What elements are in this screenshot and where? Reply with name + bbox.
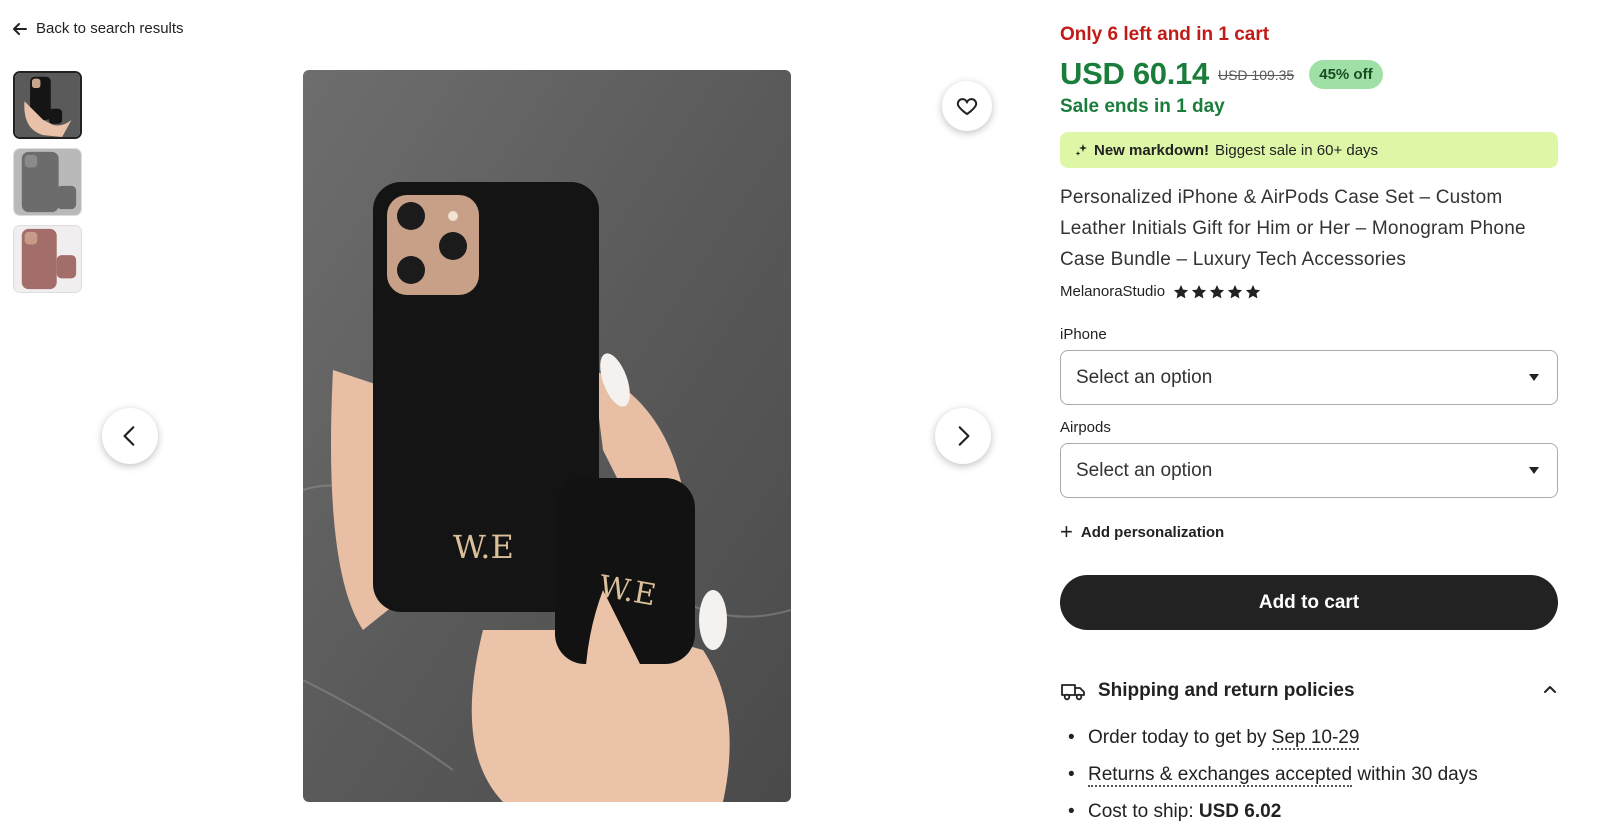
monogram-phone: W.E <box>453 528 514 566</box>
shipping-policies-toggle[interactable]: Shipping and return policies <box>1060 678 1558 704</box>
shipping-cost: USD 6.02 <box>1198 801 1282 822</box>
chevron-left-icon <box>123 426 135 446</box>
thumbnail-image-black <box>15 73 80 137</box>
returns-link[interactable]: Returns & exchanges accepted <box>1088 764 1353 787</box>
sale-price: USD 60.14 <box>1060 56 1209 91</box>
airpods-select-value: Select an option <box>1076 459 1213 481</box>
arrow-left-icon <box>13 22 27 35</box>
product-main-image: W.E W.E <box>303 70 791 802</box>
add-personalization-label: Add personalization <box>1080 523 1225 541</box>
thumbnail-2[interactable] <box>13 148 82 216</box>
caret-down-icon <box>1529 467 1539 474</box>
previous-image-button[interactable] <box>102 408 158 464</box>
airpods-option-label: Airpods <box>1060 419 1111 436</box>
add-personalization-button[interactable]: + Add personalization <box>1060 521 1224 543</box>
star-icon <box>1191 284 1207 298</box>
shop-row: MelanoraStudio <box>1060 283 1261 300</box>
original-price: USD 109.35 <box>1217 67 1295 83</box>
stock-message: Only 6 left and in 1 cart <box>1060 24 1270 45</box>
next-image-button[interactable] <box>935 408 991 464</box>
heart-icon <box>956 98 978 115</box>
cost-prefix: Cost to ship: <box>1088 801 1199 822</box>
star-icon <box>1173 284 1189 298</box>
thumbnail-list <box>13 71 82 293</box>
back-link-label: Back to search results <box>36 20 184 37</box>
order-prefix: Order today to get by <box>1088 727 1272 748</box>
shipping-details-list: Order today to get by Sep 10-29 Returns … <box>1068 724 1478 833</box>
truck-icon <box>1061 684 1085 701</box>
thumbnail-image-rose <box>14 226 81 292</box>
plus-icon: + <box>1060 519 1073 544</box>
iphone-select[interactable]: Select an option <box>1060 350 1558 405</box>
sale-ends-text: Sale ends in 1 day <box>1060 96 1225 117</box>
thumbnail-image-grey <box>14 149 81 215</box>
discount-badge: 45% off <box>1309 59 1383 89</box>
favorite-button[interactable] <box>942 81 992 131</box>
chevron-up-icon <box>1544 685 1556 693</box>
markdown-text: Biggest sale in 60+ days <box>1215 141 1379 159</box>
star-icon <box>1245 284 1261 298</box>
price-row: USD 60.14 USD 109.35 45% off <box>1060 56 1383 92</box>
iphone-select-value: Select an option <box>1076 366 1213 388</box>
chevron-right-icon <box>958 426 970 446</box>
sparkle-icon <box>1075 144 1087 156</box>
airpods-select[interactable]: Select an option <box>1060 443 1558 498</box>
star-icon <box>1227 284 1243 298</box>
back-to-search-link[interactable]: Back to search results <box>12 20 184 37</box>
iphone-option-label: iPhone <box>1060 326 1107 343</box>
shipping-heading: Shipping and return policies <box>1098 680 1355 701</box>
caret-down-icon <box>1529 374 1539 381</box>
list-item: Order today to get by Sep 10-29 <box>1068 724 1478 761</box>
delivery-date-link[interactable]: Sep 10-29 <box>1271 727 1360 750</box>
returns-suffix: within 30 days <box>1352 764 1478 785</box>
rating-stars <box>1173 284 1261 300</box>
product-title: Personalized iPhone & AirPods Case Set –… <box>1060 187 1526 270</box>
star-icon <box>1209 284 1225 298</box>
thumbnail-3[interactable] <box>13 225 82 293</box>
product-photo: W.E W.E <box>303 70 791 802</box>
list-item: Cost to ship: USD 6.02 <box>1068 798 1478 833</box>
markdown-banner: New markdown! Biggest sale in 60+ days <box>1060 132 1558 168</box>
thumbnail-1[interactable] <box>13 71 82 139</box>
shop-name-link[interactable]: MelanoraStudio <box>1060 283 1165 300</box>
list-item: Returns & exchanges accepted within 30 d… <box>1068 761 1478 798</box>
add-to-cart-button[interactable]: Add to cart <box>1060 575 1558 630</box>
markdown-bold-text: New markdown! <box>1094 141 1210 159</box>
